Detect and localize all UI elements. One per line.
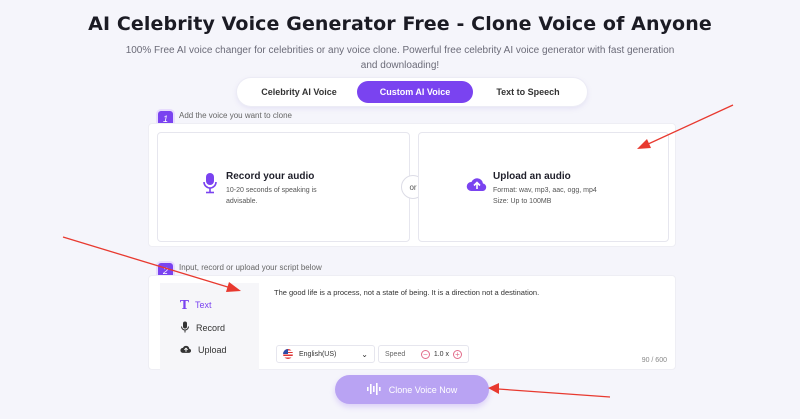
upload-audio-title: Upload an audio xyxy=(493,171,571,182)
microphone-icon xyxy=(180,321,190,335)
arrow-to-clone-button xyxy=(488,383,611,398)
record-audio-title: Record your audio xyxy=(226,171,315,182)
menu-item-record-label: Record xyxy=(196,323,226,333)
record-audio-desc-line2: advisable. xyxy=(226,198,258,205)
script-source-menu: T Text Record Upload xyxy=(160,283,259,370)
tab-custom-ai-voice[interactable]: Custom AI Voice xyxy=(357,81,473,103)
tab-celebrity-ai-voice[interactable]: Celebrity AI Voice xyxy=(241,81,357,103)
speed-control: Speed − 1.0 x + xyxy=(378,345,469,363)
menu-item-record[interactable]: Record xyxy=(180,321,225,335)
character-counter: 90 / 600 xyxy=(641,357,667,364)
voice-input-panel: Record your audio 10-20 seconds of speak… xyxy=(148,123,676,247)
upload-audio-card[interactable]: Upload an audio Format: wav, mp3, aac, o… xyxy=(418,132,669,242)
step-2-label: Input, record or upload your script belo… xyxy=(179,263,322,272)
page-title: AI Celebrity Voice Generator Free - Clon… xyxy=(88,13,712,35)
menu-item-text-label: Text xyxy=(194,300,212,310)
clone-voice-label: Clone Voice Now xyxy=(388,384,458,395)
clone-voice-button[interactable]: Clone Voice Now xyxy=(335,375,489,404)
text-icon: T xyxy=(180,298,189,312)
speed-label: Speed xyxy=(385,350,406,358)
step-1-label: Add the voice you want to clone xyxy=(179,111,292,120)
language-select[interactable]: English(US) ⌄ xyxy=(276,345,375,363)
script-input-panel: T Text Record Upload The good life is a … xyxy=(148,275,676,370)
menu-item-upload[interactable]: Upload xyxy=(180,344,227,356)
record-audio-desc-line1: 10-20 seconds of speaking is xyxy=(226,187,317,194)
chevron-down-icon: ⌄ xyxy=(361,349,368,359)
tab-text-to-speech[interactable]: Text to Speech xyxy=(473,81,583,103)
waveform-icon xyxy=(366,382,381,397)
us-flag-icon xyxy=(283,349,293,359)
speed-increase-button[interactable]: + xyxy=(453,349,462,359)
page-subtitle: 100% Free AI voice changer for celebriti… xyxy=(125,45,675,71)
cloud-upload-icon xyxy=(466,176,488,197)
record-audio-card[interactable]: Record your audio 10-20 seconds of speak… xyxy=(157,132,410,242)
mode-tabs: Celebrity AI Voice Custom AI Voice Text … xyxy=(237,78,587,106)
speed-decrease-button[interactable]: − xyxy=(420,349,430,359)
microphone-icon xyxy=(202,172,218,199)
menu-item-text[interactable]: T Text xyxy=(180,298,211,312)
menu-item-upload-label: Upload xyxy=(198,345,227,355)
upload-audio-format: Format: wav, mp3, aac, ogg, mp4 xyxy=(493,187,597,194)
script-textarea[interactable]: The good life is a process, not a state … xyxy=(274,288,539,297)
speed-value: 1.0 x xyxy=(433,350,449,358)
language-value: English(US) xyxy=(299,350,337,358)
upload-audio-size: Size: Up to 100MB xyxy=(493,198,552,205)
cloud-upload-icon xyxy=(180,344,192,356)
